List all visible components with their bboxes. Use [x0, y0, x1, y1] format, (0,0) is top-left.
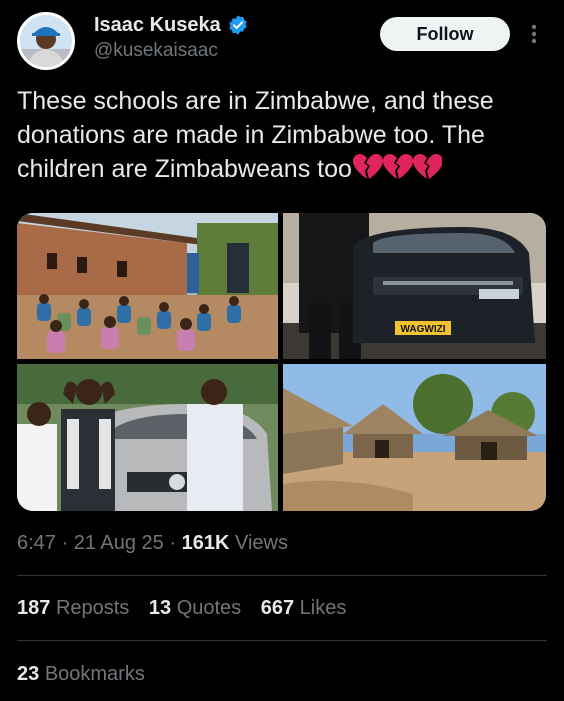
tweet-header: Isaac Kuseka @kusekaisaac Follow	[0, 0, 564, 80]
likes-label: Likes	[299, 597, 347, 619]
meta-separator: ·	[163, 532, 182, 554]
divider	[17, 640, 547, 641]
bookmarks-stat[interactable]: 23 Bookmarks	[17, 663, 145, 686]
author-handle[interactable]: @kusekaisaac	[94, 40, 218, 62]
media-grid: WAGWIZI	[17, 213, 547, 511]
author-name-row: Isaac Kuseka	[94, 12, 249, 38]
views-count: 161K	[181, 532, 230, 554]
quotes-label: Quotes	[176, 597, 242, 619]
author-display-name[interactable]: Isaac Kuseka	[94, 14, 221, 37]
avatar-image	[20, 15, 72, 67]
engagement-stats: 187 Reposts 13 Quotes 667 Likes	[17, 597, 360, 620]
quotes-count: 13	[148, 597, 172, 619]
tweet-date[interactable]: 21 Aug 25	[74, 532, 164, 554]
likes-stat[interactable]: 667 Likes	[261, 597, 347, 619]
media-photo-people[interactable]	[17, 364, 278, 511]
views-label: Views	[234, 532, 288, 554]
tweet-time[interactable]: 6:47	[17, 532, 56, 554]
media-photo-classroom[interactable]	[17, 213, 278, 359]
reposts-label: Reposts	[55, 597, 130, 619]
follow-button[interactable]: Follow	[380, 17, 510, 51]
reposts-stat[interactable]: 187 Reposts	[17, 597, 129, 619]
media-photo-huts[interactable]	[283, 364, 546, 511]
likes-count: 667	[260, 597, 295, 619]
tweet-text: These schools are in Zimbabwe, and these…	[17, 84, 552, 190]
author-avatar[interactable]	[17, 12, 75, 70]
broken-heart-icon	[352, 154, 443, 179]
tweet-meta: 6:47 · 21 Aug 25 · 161K Views	[17, 532, 288, 555]
media-photo-car[interactable]: WAGWIZI	[283, 213, 546, 359]
divider	[17, 575, 547, 576]
bookmarks-label: Bookmarks	[44, 663, 145, 685]
broken-heart-emojis	[352, 153, 443, 190]
more-vertical-icon[interactable]	[524, 20, 544, 48]
reposts-count: 187	[17, 597, 51, 619]
verified-badge-icon	[229, 15, 247, 35]
license-plate-text: WAGWIZI	[401, 324, 446, 335]
quotes-stat[interactable]: 13 Quotes	[149, 597, 241, 619]
meta-separator: ·	[55, 532, 74, 554]
bookmarks-count: 23	[17, 663, 40, 685]
